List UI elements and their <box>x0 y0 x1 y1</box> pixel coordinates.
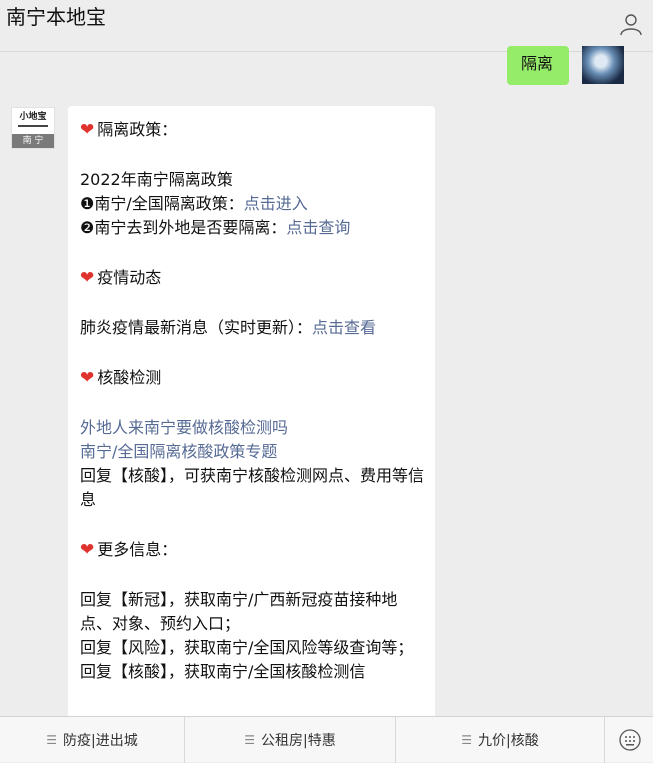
policy-title: 2022年南宁隔离政策 <box>80 170 233 189</box>
keyboard-icon[interactable] <box>618 729 642 751</box>
bottom-menu: ☰ 防疫|进出城 ☰ 公租房|特惠 ☰ 九价|核酸 <box>0 716 653 763</box>
my-avatar[interactable] <box>582 46 624 84</box>
menu-item-epidemic[interactable]: ☰ 防疫|进出城 <box>0 717 185 763</box>
menu-list-icon: ☰ <box>244 733 256 747</box>
menu-list-icon: ☰ <box>46 733 58 747</box>
heart-icon: ❤ <box>80 120 95 140</box>
section-title-quarantine: 隔离政策： <box>97 120 178 139</box>
menu-item-label: 防疫|进出城 <box>63 733 138 749</box>
incoming-message-bubble: ❤ 隔离政策： 2022年南宁隔离政策 ❶南宁/全国隔离政策：点击进入 ❷南宁去到… <box>68 106 435 726</box>
more-info-risk: 回复【风险】，获取南宁/全国风险等级查询等； <box>80 638 414 657</box>
menu-item-label: 公租房|特惠 <box>261 733 336 749</box>
test-link-outsiders[interactable]: 外地人来南宁要做核酸检测吗 <box>80 416 425 440</box>
account-city-tag: 南 宁 <box>12 134 54 148</box>
section-title-more: 更多信息： <box>97 540 178 559</box>
item1-text: ❶南宁/全国隔离政策： <box>80 194 244 213</box>
menu-item-vaccine[interactable]: ☰ 九价|核酸 <box>396 717 605 763</box>
section-title-testing: 核酸检测 <box>97 368 162 387</box>
menu-list-icon: ☰ <box>461 733 473 747</box>
outgoing-message-text: 隔离 <box>521 54 554 73</box>
heart-icon: ❤ <box>80 368 95 388</box>
heart-icon: ❤ <box>80 268 95 288</box>
item1-link[interactable]: 点击进入 <box>244 194 308 213</box>
news-link[interactable]: 点击查看 <box>312 318 376 337</box>
user-icon[interactable] <box>619 12 643 36</box>
item2-text: ❷南宁去到外地是否要隔离： <box>80 218 287 237</box>
menu-item-housing[interactable]: ☰ 公租房|特惠 <box>185 717 396 763</box>
outgoing-message-bubble: 隔离 <box>507 46 569 85</box>
chat-header: 南宁本地宝 <box>0 0 653 52</box>
account-avatar[interactable]: 小地宝 南 宁 <box>11 107 55 149</box>
chat-title: 南宁本地宝 <box>6 5 106 29</box>
heart-icon: ❤ <box>80 540 95 560</box>
section-title-epidemic: 疫情动态 <box>97 268 162 287</box>
more-info-vaccine: 回复【新冠】，获取南宁/广西新冠疫苗接种地点、对象、预约入口； <box>80 590 398 633</box>
test-reply-text: 回复【核酸】，可获南宁核酸检测网点、费用等信息 <box>80 466 425 509</box>
account-logo: 小地宝 <box>19 112 47 122</box>
more-info-testing: 回复【核酸】，获取南宁/全国核酸检测信 <box>80 662 366 681</box>
menu-item-label: 九价|核酸 <box>478 733 539 749</box>
news-text: 肺炎疫情最新消息（实时更新）： <box>80 318 313 337</box>
test-link-topic[interactable]: 南宁/全国隔离核酸政策专题 <box>80 440 425 464</box>
item2-link[interactable]: 点击查询 <box>286 218 350 237</box>
message-body: ❤ 隔离政策： 2022年南宁隔离政策 ❶南宁/全国隔离政策：点击进入 ❷南宁去到… <box>80 118 425 684</box>
logo-divider <box>18 125 48 127</box>
